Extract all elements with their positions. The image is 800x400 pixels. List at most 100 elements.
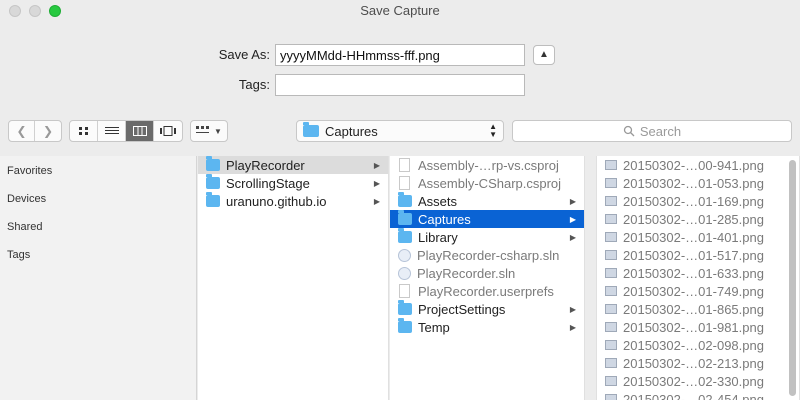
save-as-row: Save As: ▲ (0, 44, 800, 66)
file-row[interactable]: Assembly-CSharp.csproj (390, 174, 584, 192)
item-label: 20150302-…02-213.png (623, 355, 764, 371)
solution-file-icon (398, 266, 411, 280)
disclosure-arrow-icon: ▶ (373, 196, 380, 206)
arrange-menu-button[interactable]: ▼ (190, 120, 228, 142)
item-label: PlayRecorder (226, 157, 305, 173)
item-label: Library (418, 229, 458, 245)
up-down-chevron-icon: ▲ ▼ (489, 122, 497, 139)
folder-row[interactable]: ScrollingStage ▶ (198, 174, 388, 192)
solution-file-icon (398, 248, 411, 262)
file-row[interactable]: 20150302-…02-213.png (597, 354, 799, 372)
item-label: Temp (418, 319, 450, 335)
chevron-down-icon: ▼ (214, 126, 222, 136)
chevron-right-icon: ❯ (42, 124, 54, 138)
disclosure-arrow-icon: ▶ (569, 232, 576, 242)
item-label: 20150302-…01-633.png (623, 265, 764, 281)
search-field[interactable]: Search (512, 120, 792, 142)
sidebar-section-favorites[interactable]: Favorites (7, 165, 52, 177)
file-row[interactable]: 20150302-…01-517.png (597, 246, 799, 264)
image-file-icon (605, 340, 617, 350)
location-popup[interactable]: Captures ▲ ▼ (296, 120, 504, 142)
file-row[interactable]: Assembly-…rp-vs.csproj (390, 156, 584, 174)
item-label: 20150302-…01-517.png (623, 247, 764, 263)
tags-label: Tags: (238, 77, 270, 92)
folder-row[interactable]: PlayRecorder ▶ (198, 156, 388, 174)
sidebar-section-shared[interactable]: Shared (7, 221, 42, 233)
folder-row[interactable]: Library ▶ (390, 228, 584, 246)
folder-icon (398, 318, 412, 333)
item-label: 20150302-…01-053.png (623, 175, 764, 191)
disclosure-arrow-icon: ▶ (569, 304, 576, 314)
file-row[interactable]: 20150302-…02-098.png (597, 336, 799, 354)
image-file-icon (605, 250, 617, 260)
expand-dialog-button[interactable]: ▲ (533, 45, 555, 65)
save-as-input[interactable] (275, 44, 525, 66)
item-label: 20150302-…01-865.png (623, 301, 764, 317)
folder-row[interactable]: Captures ▶ (390, 210, 584, 228)
disclosure-arrow-icon: ▶ (569, 214, 576, 224)
folder-row[interactable]: uranuno.github.io ▶ (198, 192, 388, 210)
folder-row[interactable]: Temp ▶ (390, 318, 584, 336)
folder-icon (303, 122, 319, 137)
image-file-icon (605, 214, 617, 224)
back-button[interactable]: ❮ (9, 121, 36, 141)
item-label: 20150302-…00-941.png (623, 157, 764, 173)
list-view-icon (104, 127, 119, 134)
file-row[interactable]: 20150302-…01-401.png (597, 228, 799, 246)
folder-icon (206, 192, 220, 207)
file-row[interactable]: 20150302-…00-941.png (597, 156, 799, 174)
minimize-window-button[interactable] (29, 5, 41, 17)
icon-view-button[interactable] (70, 121, 98, 141)
file-row[interactable]: 20150302-…01-749.png (597, 282, 799, 300)
sidebar: Favorites Devices Shared Tags (0, 156, 197, 400)
folder-icon (398, 228, 412, 243)
file-row[interactable]: 20150302-…02-330.png (597, 372, 799, 390)
file-row[interactable]: 20150302-…01-633.png (597, 264, 799, 282)
item-label: 20150302-…01-169.png (623, 193, 764, 209)
document-icon (399, 176, 410, 190)
item-label: ProjectSettings (418, 301, 506, 317)
file-row[interactable]: PlayRecorder-csharp.sln (390, 246, 584, 264)
image-file-icon (605, 196, 617, 206)
tags-row: Tags: (0, 74, 800, 96)
file-row[interactable]: 20150302-…01-981.png (597, 318, 799, 336)
file-row[interactable]: 20150302-…02-454.png (597, 390, 799, 400)
list-view-button[interactable] (98, 121, 126, 141)
browser-column-1: PlayRecorder ▶ ScrollingStage ▶ uranuno.gith… (198, 156, 389, 400)
document-icon (399, 158, 410, 172)
forward-button[interactable]: ❯ (35, 121, 61, 141)
file-row[interactable]: 20150302-…01-865.png (597, 300, 799, 318)
save-as-label: Save As: (218, 47, 270, 62)
search-placeholder: Search (639, 123, 682, 139)
file-row[interactable]: 20150302-…01-169.png (597, 192, 799, 210)
disclosure-arrow-icon: ▶ (569, 196, 576, 206)
folder-icon (206, 156, 220, 171)
sidebar-section-devices[interactable]: Devices (7, 193, 46, 205)
cover-flow-button[interactable] (154, 121, 182, 141)
save-dialog: Save Capture Save As: ▲ Tags: ❮ ❯ (0, 0, 800, 400)
item-label: ScrollingStage (226, 175, 310, 191)
folder-row[interactable]: ProjectSettings ▶ (390, 300, 584, 318)
chevron-left-icon: ❮ (16, 124, 27, 138)
tags-input[interactable] (275, 74, 525, 96)
item-label: Assembly-…rp-vs.csproj (418, 157, 559, 173)
close-window-button[interactable] (9, 5, 21, 17)
file-row[interactable]: PlayRecorder.sln (390, 264, 584, 282)
image-file-icon (605, 286, 617, 296)
image-file-icon (605, 322, 617, 332)
sidebar-section-tags[interactable]: Tags (7, 249, 30, 261)
item-label: PlayRecorder-csharp.sln (417, 247, 560, 263)
column-view-button[interactable] (126, 121, 154, 141)
folder-row[interactable]: Assets ▶ (390, 192, 584, 210)
title-bar: Save Capture (0, 0, 800, 22)
file-row[interactable]: PlayRecorder.userprefs (390, 282, 584, 300)
item-label: Assets (418, 193, 458, 209)
item-label: 20150302-…01-285.png (623, 211, 764, 227)
image-file-icon (605, 268, 617, 278)
zoom-window-button[interactable] (49, 5, 61, 17)
file-row[interactable]: 20150302-…01-053.png (597, 174, 799, 192)
folder-icon (206, 174, 220, 189)
window-title: Save Capture (360, 3, 440, 18)
file-row[interactable]: 20150302-…01-285.png (597, 210, 799, 228)
view-mode-buttons (69, 120, 183, 142)
